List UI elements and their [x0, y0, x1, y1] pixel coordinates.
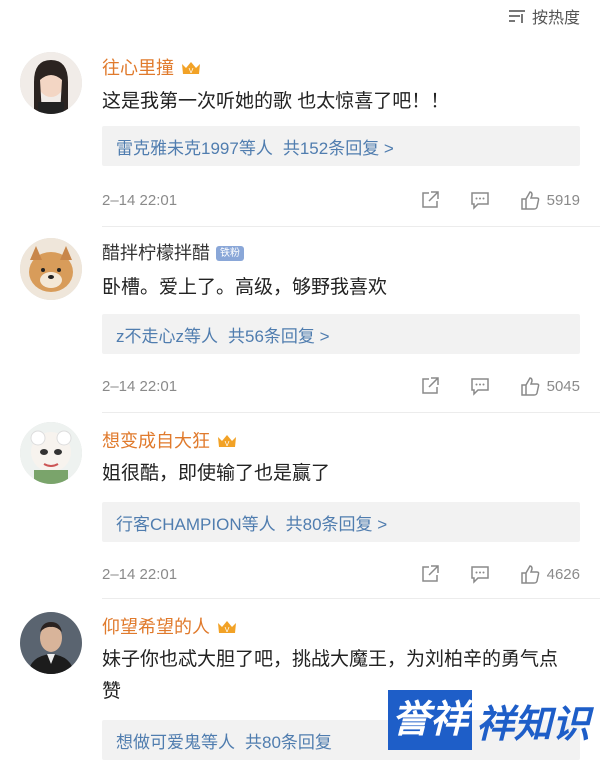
- reply-names: z不走心z等人: [116, 326, 218, 346]
- thumbs-up-icon: [520, 565, 539, 584]
- reply-count: 共80条回复: [245, 732, 332, 752]
- share-button[interactable]: [419, 375, 441, 397]
- comment-footer: 2–14 22:01 5919: [102, 188, 580, 212]
- comment-button[interactable]: [469, 189, 491, 211]
- reply-summary[interactable]: z不走心z等人 共56条回复 >: [102, 314, 580, 354]
- username-text: 醋拌柠檬拌醋: [102, 243, 210, 263]
- avatar[interactable]: [20, 612, 82, 674]
- timestamp: 2–14 22:01: [102, 377, 178, 395]
- svg-text:V: V: [225, 440, 230, 448]
- thumbs-up-icon: [520, 377, 539, 396]
- like-button[interactable]: 5919: [519, 189, 580, 211]
- divider: [102, 412, 600, 413]
- comment-icon: [470, 566, 489, 584]
- fan-badge: 铁粉: [216, 245, 244, 261]
- watermark-part2: 祥知识: [475, 703, 590, 746]
- vip-crown-icon: V: [218, 435, 236, 448]
- reply-count: 共152条回复 >: [282, 138, 394, 158]
- comment-footer: 2–14 22:01 4626: [102, 562, 580, 586]
- reply-count: 共80条回复 >: [285, 514, 388, 534]
- reply-names: 雷克雅未克1997等人: [116, 138, 273, 158]
- like-count: 4626: [546, 565, 580, 583]
- svg-text:V: V: [225, 626, 230, 634]
- username[interactable]: 仰望希望的人 V: [102, 614, 238, 640]
- divider: [102, 598, 600, 599]
- watermark-logo: 誉祥 祥知识: [387, 688, 590, 752]
- comment-icon: [470, 192, 489, 210]
- username-text: 往心里撞: [102, 58, 174, 78]
- timestamp: 2–14 22:01: [102, 191, 178, 209]
- svg-text:V: V: [189, 67, 194, 75]
- comment-button[interactable]: [469, 563, 491, 585]
- avatar[interactable]: [20, 52, 82, 114]
- comment-text: 这是我第一次听她的歌 也太惊喜了吧！！: [102, 91, 450, 112]
- reply-names: 想做可爱鬼等人: [116, 732, 235, 752]
- avatar[interactable]: [20, 238, 82, 300]
- reply-summary[interactable]: 雷克雅未克1997等人 共152条回复 >: [102, 126, 580, 166]
- sort-icon: [508, 10, 525, 23]
- like-button[interactable]: 5045: [519, 375, 580, 397]
- sort-label: 按热度: [531, 10, 580, 27]
- like-button[interactable]: 4626: [519, 563, 580, 585]
- username-text: 仰望希望的人: [102, 617, 210, 637]
- timestamp: 2–14 22:01: [102, 565, 178, 583]
- divider: [102, 226, 600, 227]
- sort-by-popularity[interactable]: 按热度: [508, 4, 580, 28]
- watermark-part1: 誉祥: [387, 690, 472, 750]
- vip-crown-icon: V: [218, 621, 236, 634]
- comment-text: 姐很酷，即使输了也是赢了: [102, 463, 331, 484]
- vip-crown-icon: V: [182, 62, 200, 75]
- username-text: 想变成自大狂: [102, 431, 210, 451]
- reply-summary[interactable]: 行客CHAMPION等人 共80条回复 >: [102, 502, 580, 542]
- like-count: 5045: [546, 377, 580, 395]
- like-count: 5919: [546, 191, 580, 209]
- reply-names: 行客CHAMPION等人: [116, 514, 276, 534]
- share-button[interactable]: [419, 563, 441, 585]
- share-icon: [421, 191, 439, 208]
- reply-count: 共56条回复 >: [228, 326, 330, 346]
- avatar[interactable]: [20, 422, 82, 484]
- username[interactable]: 想变成自大狂 V: [102, 428, 238, 454]
- share-icon: [421, 565, 439, 582]
- thumbs-up-icon: [520, 191, 539, 210]
- comment-button[interactable]: [469, 375, 491, 397]
- username[interactable]: 醋拌柠檬拌醋 铁粉: [102, 240, 244, 266]
- comment-text: 卧槽。爱上了。高级，够野我喜欢: [102, 277, 388, 298]
- comment-icon: [470, 378, 489, 396]
- share-icon: [421, 377, 439, 394]
- share-button[interactable]: [419, 189, 441, 211]
- comment-footer: 2–14 22:01 5045: [102, 374, 580, 398]
- username[interactable]: 往心里撞 V: [102, 55, 202, 81]
